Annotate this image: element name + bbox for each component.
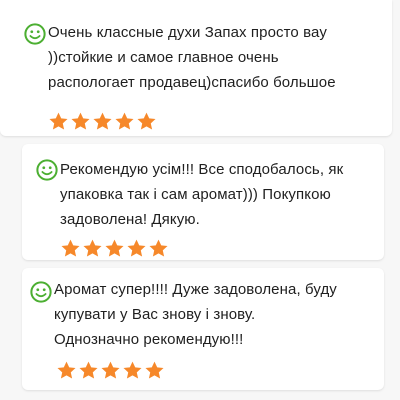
review-line: купувати у Вас знову і знову. [54,306,256,323]
star-icon [145,361,164,379]
star-icon [93,112,112,130]
review-line: Рекомендую усім!!! Все сподобалось, як [60,161,344,178]
review-card: Аромат супер!!!! Дуже задоволена, буду к… [22,268,384,390]
review-line: задоволена! Дякую. [60,211,200,228]
smiley-face-icon [36,159,58,181]
review-line: распологает продавец)спасибо большое [48,74,336,91]
star-rating [48,111,157,132]
star-rating [56,360,165,381]
star-icon [71,112,90,130]
star-icon [105,239,124,257]
review-text: Аромат супер!!!! Дуже задоволена, буду к… [54,277,337,352]
review-text: Рекомендую усім!!! Все сподобалось, як у… [60,157,343,232]
star-icon [123,361,142,379]
star-icon [101,361,120,379]
star-icon [49,112,68,130]
star-icon [115,112,134,130]
review-line: ))стойкие и самое главное очень [48,49,279,66]
review-line: упаковка так і сам аромат))) Покупкою [60,186,331,203]
smiley-face-icon [30,281,52,303]
star-icon [137,112,156,130]
star-icon [57,361,76,379]
star-icon [127,239,146,257]
review-card: Рекомендую усім!!! Все сподобалось, як у… [22,144,384,260]
star-rating [60,238,169,259]
review-line: Аромат супер!!!! Дуже задоволена, буду [54,281,337,298]
star-icon [61,239,80,257]
review-line: Однозначно рекомендую!!! [54,331,244,348]
star-icon [83,239,102,257]
review-text: Очень классные духи Запах просто вау ))с… [48,20,336,95]
review-card: Очень классные духи Запах просто вау ))с… [0,0,392,136]
smiley-face-icon [24,23,46,45]
review-line: Очень классные духи Запах просто вау [48,24,327,41]
star-icon [79,361,98,379]
star-icon [149,239,168,257]
